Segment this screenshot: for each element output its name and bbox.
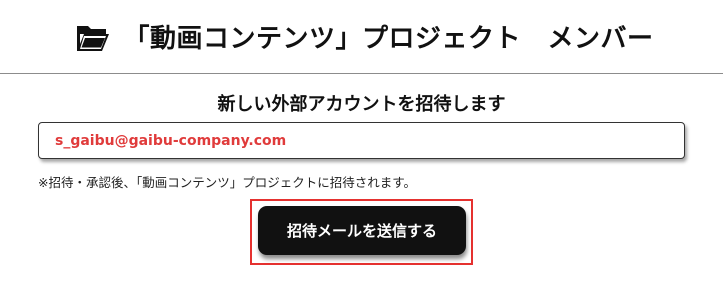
invite-heading: 新しい外部アカウントを招待します — [217, 94, 506, 115]
header-title-group: 「動画コンテンツ」プロジェクト メンバー — [75, 18, 653, 55]
open-folder-icon — [77, 25, 110, 51]
send-invite-button[interactable]: 招待メールを送信する — [258, 206, 466, 255]
invite-note: ※招待・承認後、「動画コンテンツ」プロジェクトに招待されます。 — [38, 175, 416, 190]
page-header: 「動画コンテンツ」プロジェクト メンバー — [0, 0, 723, 74]
email-input[interactable] — [38, 122, 685, 159]
page-title: 「動画コンテンツ」プロジェクト メンバー — [123, 24, 654, 54]
